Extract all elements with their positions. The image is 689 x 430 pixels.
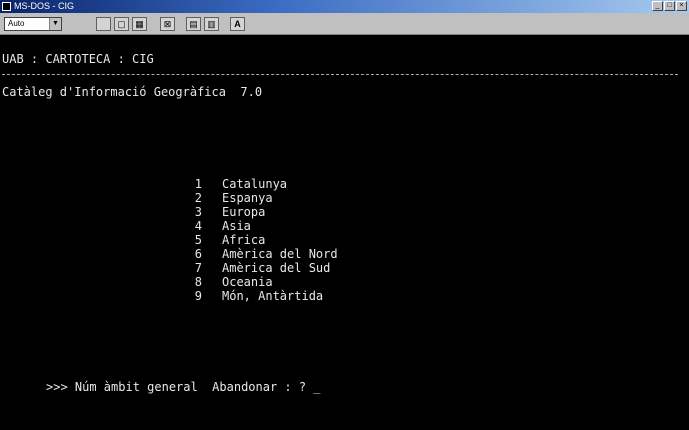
copy-icon[interactable]: ▢ (114, 17, 129, 31)
menu-number: 4 (194, 219, 202, 233)
terminal-header: UAB : CARTOTECA : CIG (2, 52, 154, 66)
menu-number: 9 (194, 289, 202, 303)
font-icon[interactable]: A (230, 17, 245, 31)
chevron-down-icon[interactable]: ▼ (49, 18, 61, 30)
terminal-area[interactable]: UAB : CARTOTECA : CIG Catàleg d'Informac… (0, 35, 689, 430)
close-button[interactable]: × (676, 1, 687, 11)
menu-item-america-nord: Amèrica del Nord (222, 247, 338, 261)
background-icon[interactable]: ▥ (204, 17, 219, 31)
paste-icon[interactable]: ▦ (132, 17, 147, 31)
minimize-button[interactable]: _ (652, 1, 663, 11)
catalog-title: Catàleg d'Informació Geogràfica 7.0 (2, 85, 263, 99)
menu-number: 2 (194, 191, 202, 205)
window-controls: _ □ × (652, 1, 687, 11)
divider (2, 74, 678, 75)
font-size-value: Auto (8, 19, 25, 28)
properties-icon[interactable]: ▤ (186, 17, 201, 31)
menu-item-europa: Europa (222, 205, 266, 219)
fullscreen-icon[interactable]: ⊠ (160, 17, 175, 31)
menu-number: 7 (194, 261, 202, 275)
command-prompt[interactable]: >>> Núm àmbit general Abandonar : ? _ (46, 380, 321, 394)
menu-item-oceania: Oceania (222, 275, 273, 289)
toolbar: Auto ▼ ▢ ▦ ⊠ ▤ ▥ A (0, 13, 689, 35)
font-size-select[interactable]: Auto ▼ (4, 17, 62, 31)
menu-number: 6 (194, 247, 202, 261)
menu-item-catalunya: Catalunya (222, 177, 288, 191)
menu-number: 1 (194, 177, 202, 191)
menu-number: 5 (194, 233, 202, 247)
menu-number: 8 (194, 275, 202, 289)
menu-item-america-sud: Amèrica del Sud (222, 261, 331, 275)
menu-item-asia: Asia (222, 219, 251, 233)
mark-icon[interactable] (96, 17, 111, 31)
menu-item-mon-antartida: Món, Antàrtida (222, 289, 324, 303)
menu-item-africa: Africa (222, 233, 266, 247)
menu-number: 3 (194, 205, 202, 219)
window-title: MS-DOS - CIG (14, 1, 74, 11)
maximize-button[interactable]: □ (664, 1, 675, 11)
title-bar[interactable]: MS-DOS - CIG _ □ × (0, 0, 689, 13)
msdos-window: MS-DOS - CIG _ □ × Auto ▼ ▢ ▦ ⊠ ▤ ▥ A UA… (0, 0, 689, 430)
menu-item-espanya: Espanya (222, 191, 273, 205)
msdos-icon[interactable] (2, 2, 11, 11)
